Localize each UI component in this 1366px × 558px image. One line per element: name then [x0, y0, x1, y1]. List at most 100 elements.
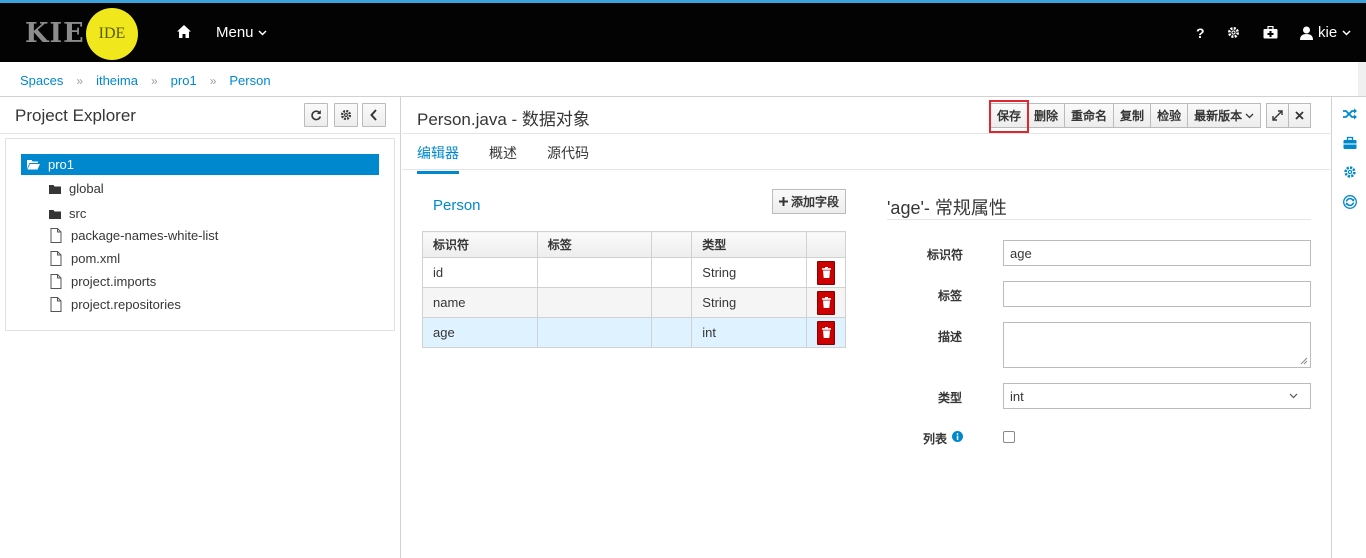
add-field-label: 添加字段	[791, 195, 840, 209]
user-icon	[1300, 26, 1313, 40]
toolbox-icon[interactable]	[1263, 26, 1278, 39]
shuffle-icon[interactable]	[1343, 107, 1357, 121]
field-identifier: age	[422, 317, 538, 348]
gear-icon[interactable]	[1227, 26, 1240, 39]
field-identifier: id	[422, 257, 538, 288]
delete-field-button[interactable]	[817, 260, 836, 285]
trash-icon	[821, 327, 831, 338]
save-button-highlight	[989, 100, 1029, 133]
editor-toolbar: 保存 删除 重命名 复制 检验 最新版本	[990, 103, 1312, 128]
breadcrumb-separator: »	[150, 73, 158, 88]
type-select[interactable]: int	[1003, 383, 1311, 409]
breadcrumb-asset[interactable]: Person	[229, 73, 270, 88]
latest-version-dropdown[interactable]: 最新版本	[1187, 103, 1262, 128]
tree-item-label: pro1	[48, 157, 75, 172]
menu-dropdown[interactable]: Menu	[216, 24, 267, 41]
scrollbar-track[interactable]	[1358, 62, 1366, 97]
tree-item-root[interactable]: pro1	[21, 154, 379, 175]
field-blank	[651, 257, 693, 288]
type-value: int	[1010, 388, 1024, 404]
collapse-panel-button[interactable]	[362, 103, 386, 127]
column-header-actions	[806, 231, 846, 258]
editor-title: Person.java - 数据对象	[417, 110, 590, 129]
gear-icon	[340, 109, 352, 121]
fields-table: 标识符 标签 类型 id String name String age int	[422, 231, 846, 348]
data-object-name[interactable]: Person	[433, 197, 481, 214]
rename-button[interactable]: 重命名	[1064, 103, 1115, 128]
chevron-down-icon	[258, 29, 267, 36]
field-type: int	[691, 317, 808, 348]
field-actions	[806, 317, 846, 348]
breadcrumb-project[interactable]: pro1	[171, 73, 197, 88]
tree-item-folder[interactable]: src	[49, 206, 86, 221]
briefcase-icon[interactable]	[1343, 136, 1357, 150]
info-icon[interactable]	[952, 431, 963, 442]
file-icon	[50, 297, 62, 312]
tabs-divider	[402, 169, 1330, 170]
folder-icon	[49, 184, 61, 194]
tree-item-file[interactable]: package-names-white-list	[49, 228, 218, 243]
column-header-label[interactable]: 标签	[536, 231, 653, 258]
field-label	[536, 287, 653, 318]
chevron-down-icon	[1342, 29, 1351, 36]
right-tool-bar	[1331, 97, 1366, 558]
column-header-blank	[651, 231, 693, 258]
tree-item-label: package-names-white-list	[71, 228, 219, 243]
trash-icon	[821, 267, 831, 278]
column-header-identifier[interactable]: 标识符	[422, 231, 538, 258]
tree-item-file[interactable]: project.repositories	[49, 297, 181, 312]
field-blank	[651, 287, 693, 318]
validate-button[interactable]: 检验	[1150, 103, 1189, 128]
tree-item-label: project.repositories	[71, 297, 181, 312]
delete-field-button[interactable]	[817, 320, 836, 345]
list-checkbox[interactable]	[1003, 431, 1015, 443]
add-field-button[interactable]: 添加字段	[772, 189, 847, 214]
breadcrumb: Spaces » itheima » pro1 » Person	[20, 73, 271, 88]
gear-icon[interactable]	[1343, 165, 1357, 179]
maximize-button[interactable]	[1266, 103, 1290, 128]
kie-logo-text: KIE	[25, 18, 85, 49]
refresh-button[interactable]	[304, 103, 328, 127]
tree-item-label: src	[69, 206, 87, 221]
label-input[interactable]	[1003, 281, 1311, 307]
help-button[interactable]: ?	[1196, 25, 1205, 41]
table-row[interactable]: name String	[422, 287, 846, 318]
list-label: 列表	[923, 432, 948, 446]
folder-icon	[49, 209, 61, 219]
tree-item-file[interactable]: project.imports	[49, 274, 156, 289]
user-menu[interactable]: kie	[1300, 24, 1351, 41]
breadcrumb-spaces[interactable]: Spaces	[20, 73, 63, 88]
file-icon	[50, 251, 62, 266]
column-header-type[interactable]: 类型	[691, 231, 808, 258]
chevron-left-icon	[370, 109, 377, 121]
breadcrumb-space[interactable]: itheima	[96, 73, 138, 88]
plus-icon	[779, 197, 788, 206]
description-textarea[interactable]	[1003, 322, 1311, 368]
field-identifier: name	[422, 287, 538, 318]
trash-icon	[821, 297, 831, 308]
table-row-selected[interactable]: age int	[422, 317, 846, 348]
sync-icon[interactable]	[1343, 195, 1357, 209]
field-label	[536, 257, 653, 288]
copy-button[interactable]: 复制	[1113, 103, 1152, 128]
field-actions	[806, 287, 846, 318]
project-explorer-panel: Project Explorer pro1 global src package…	[0, 97, 401, 558]
field-blank	[651, 317, 693, 348]
close-button[interactable]	[1288, 103, 1312, 128]
chevron-down-icon	[1289, 393, 1298, 399]
home-icon[interactable]	[176, 24, 192, 40]
project-tree: pro1 global src package-names-white-list…	[5, 138, 395, 331]
delete-field-button[interactable]	[817, 290, 836, 315]
tree-item-file[interactable]: pom.xml	[49, 251, 120, 266]
table-row[interactable]: id String	[422, 257, 846, 288]
resize-handle-icon[interactable]	[1300, 357, 1308, 365]
properties-title: 'age'- 常规属性	[887, 198, 1007, 218]
identifier-input[interactable]: age	[1003, 240, 1311, 266]
explorer-header-divider	[0, 133, 400, 134]
user-name: kie	[1318, 24, 1338, 41]
delete-button[interactable]: 删除	[1027, 103, 1066, 128]
tree-item-folder[interactable]: global	[49, 181, 104, 196]
menu-label: Menu	[216, 24, 254, 41]
explorer-settings-button[interactable]	[334, 103, 358, 127]
close-icon	[1295, 111, 1304, 120]
